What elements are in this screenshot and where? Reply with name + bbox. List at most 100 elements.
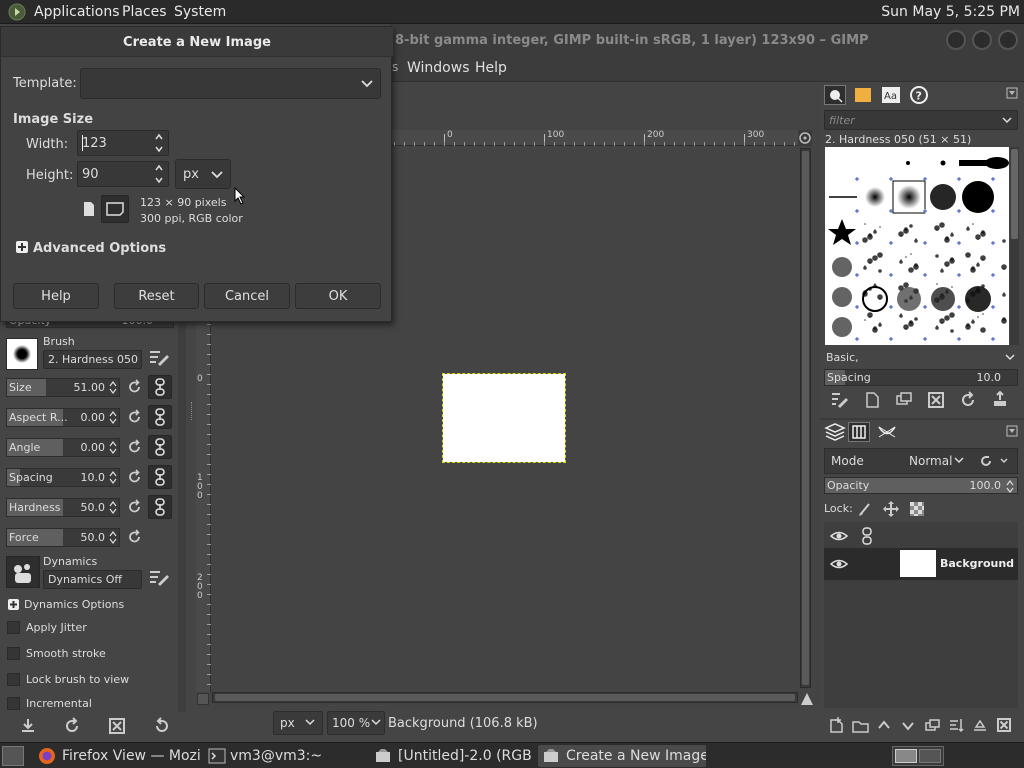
dynamics-options-expander[interactable]: Dynamics Options xyxy=(24,598,124,611)
merge-layer-icon[interactable] xyxy=(947,716,965,734)
mode-reset-icon[interactable] xyxy=(978,453,1014,469)
width-input[interactable]: 123 xyxy=(77,130,169,156)
new-layer-group-icon[interactable] xyxy=(851,716,869,734)
reset-slider-icon[interactable] xyxy=(127,409,143,425)
configure-tab-icon[interactable] xyxy=(1006,87,1018,99)
restore-tool-preset-icon[interactable] xyxy=(62,716,82,736)
horizontal-scrollbar[interactable] xyxy=(212,692,798,703)
apply-jitter-checkbox[interactable] xyxy=(7,621,20,634)
edit-brush-icon[interactable] xyxy=(148,348,170,368)
zoom-dropdown[interactable]: 100 % xyxy=(327,711,385,735)
layer-opacity-slider[interactable]: Opacity 100.0 xyxy=(824,477,1018,494)
fonts-tab-icon[interactable]: Aa xyxy=(880,85,902,105)
delete-layer-icon[interactable] xyxy=(995,716,1013,734)
taskbar-new-image-dialog[interactable]: Create a New Image xyxy=(538,745,706,767)
brushes-tab-icon[interactable] xyxy=(824,85,846,105)
apps-logo-icon[interactable] xyxy=(8,3,26,21)
taskbar-gimp[interactable]: [Untitled]-2.0 (RGB ... xyxy=(372,745,536,767)
brush-grid-scrollbar[interactable] xyxy=(1010,147,1019,345)
clock[interactable]: Sun May 5, 5:25 PM xyxy=(881,4,1020,20)
incremental-label[interactable]: Incremental xyxy=(26,697,92,710)
incremental-checkbox[interactable] xyxy=(7,697,20,710)
spin-icon[interactable] xyxy=(108,530,118,545)
spin-icon[interactable] xyxy=(108,380,118,395)
slider-angle[interactable]: Angle 0.00 xyxy=(6,438,120,457)
help-tab-icon[interactable]: ? xyxy=(908,85,930,105)
horizontal-ruler[interactable]: 0 100 200 300 xyxy=(392,130,798,146)
link-chain-icon[interactable] xyxy=(148,465,172,489)
horizontal-scroll-thumb[interactable] xyxy=(215,694,795,701)
edit-dynamics-icon[interactable] xyxy=(148,568,170,588)
spin-icon[interactable] xyxy=(108,500,118,515)
paths-tab-icon[interactable] xyxy=(876,422,898,442)
eye-icon[interactable] xyxy=(830,556,848,572)
brush-spacing-slider[interactable]: Spacing 10.0 xyxy=(824,369,1018,386)
reset-slider-icon[interactable] xyxy=(127,439,143,455)
spin-icon[interactable] xyxy=(108,410,118,425)
vertical-scrollbar[interactable] xyxy=(800,148,811,688)
dynamics-preview[interactable] xyxy=(6,556,40,588)
chain-header-icon[interactable] xyxy=(860,527,874,545)
slider-force[interactable]: Force 50.0 xyxy=(6,528,120,547)
patterns-tab-icon[interactable] xyxy=(852,85,874,105)
reset-button[interactable]: Reset xyxy=(114,283,199,309)
layer-name[interactable]: Background xyxy=(940,557,1014,570)
lock-alpha-icon[interactable] xyxy=(908,500,926,518)
visibility-header-icon[interactable] xyxy=(830,528,848,544)
ok-button[interactable]: OK xyxy=(295,283,381,309)
unit-dropdown[interactable]: px xyxy=(273,711,323,735)
duplicate-brush-icon[interactable] xyxy=(894,390,914,410)
lock-pixels-icon[interactable] xyxy=(856,500,874,518)
spin-icon[interactable] xyxy=(108,470,118,485)
open-brush-as-image-icon[interactable] xyxy=(990,390,1010,410)
link-chain-icon[interactable] xyxy=(148,495,172,519)
layer-row-background[interactable]: Background xyxy=(824,548,1018,580)
save-tool-preset-icon[interactable] xyxy=(18,716,38,736)
reset-slider-icon[interactable] xyxy=(127,379,143,395)
raise-layer-icon[interactable] xyxy=(875,716,893,734)
cancel-button[interactable]: Cancel xyxy=(204,283,290,309)
close-button[interactable] xyxy=(998,30,1018,50)
duplicate-layer-icon[interactable] xyxy=(923,716,941,734)
minimize-button[interactable] xyxy=(946,30,966,50)
portrait-icon[interactable] xyxy=(81,200,97,218)
smooth-stroke-checkbox[interactable] xyxy=(7,647,20,660)
help-button[interactable]: Help xyxy=(13,283,99,309)
spin-icon[interactable] xyxy=(153,162,165,186)
brush-name-field[interactable]: 2. Hardness 050 xyxy=(43,350,142,369)
tool-options-scrollbar[interactable] xyxy=(178,312,186,712)
delete-tool-preset-icon[interactable] xyxy=(107,716,127,736)
link-chain-icon[interactable] xyxy=(148,375,172,399)
reset-tool-options-icon[interactable] xyxy=(152,716,172,736)
lock-brush-label[interactable]: Lock brush to view xyxy=(26,673,129,686)
workspace-switcher[interactable] xyxy=(892,746,944,766)
navigate-icon[interactable] xyxy=(798,130,812,146)
show-desktop-icon[interactable] xyxy=(2,746,24,766)
image-canvas[interactable] xyxy=(442,373,566,463)
edit-brush-action-icon[interactable] xyxy=(830,390,850,410)
expand-plus-icon[interactable] xyxy=(8,599,19,610)
lock-brush-checkbox[interactable] xyxy=(7,673,20,686)
lower-layer-icon[interactable] xyxy=(899,716,917,734)
brush-filter-field[interactable]: filter xyxy=(824,110,1018,130)
taskbar-firefox[interactable]: Firefox View — Mozi... xyxy=(34,745,202,767)
vertical-ruler[interactable]: 0 100 200 xyxy=(196,320,211,692)
new-brush-icon[interactable] xyxy=(862,390,882,410)
quick-mask-toggle[interactable] xyxy=(197,693,209,705)
apply-jitter-label[interactable]: Apply Jitter xyxy=(26,621,87,634)
channels-tab-icon[interactable] xyxy=(848,422,870,442)
brush-preset-dropdown[interactable]: Basic, xyxy=(824,348,1018,368)
delete-brush-icon[interactable] xyxy=(926,390,946,410)
maximize-button[interactable] xyxy=(972,30,992,50)
landscape-icon[interactable] xyxy=(101,195,129,223)
link-chain-icon[interactable] xyxy=(148,405,172,429)
places-menu[interactable]: Places xyxy=(122,4,167,20)
link-chain-icon[interactable] xyxy=(148,435,172,459)
help-menu[interactable]: Help xyxy=(475,60,507,76)
refresh-brushes-icon[interactable] xyxy=(958,390,978,410)
slider-size[interactable]: Size 51.00 xyxy=(6,378,120,397)
brush-preview[interactable] xyxy=(6,338,38,370)
reset-slider-icon[interactable] xyxy=(127,469,143,485)
height-input[interactable]: 90 xyxy=(77,161,169,187)
reset-slider-icon[interactable] xyxy=(127,499,143,515)
